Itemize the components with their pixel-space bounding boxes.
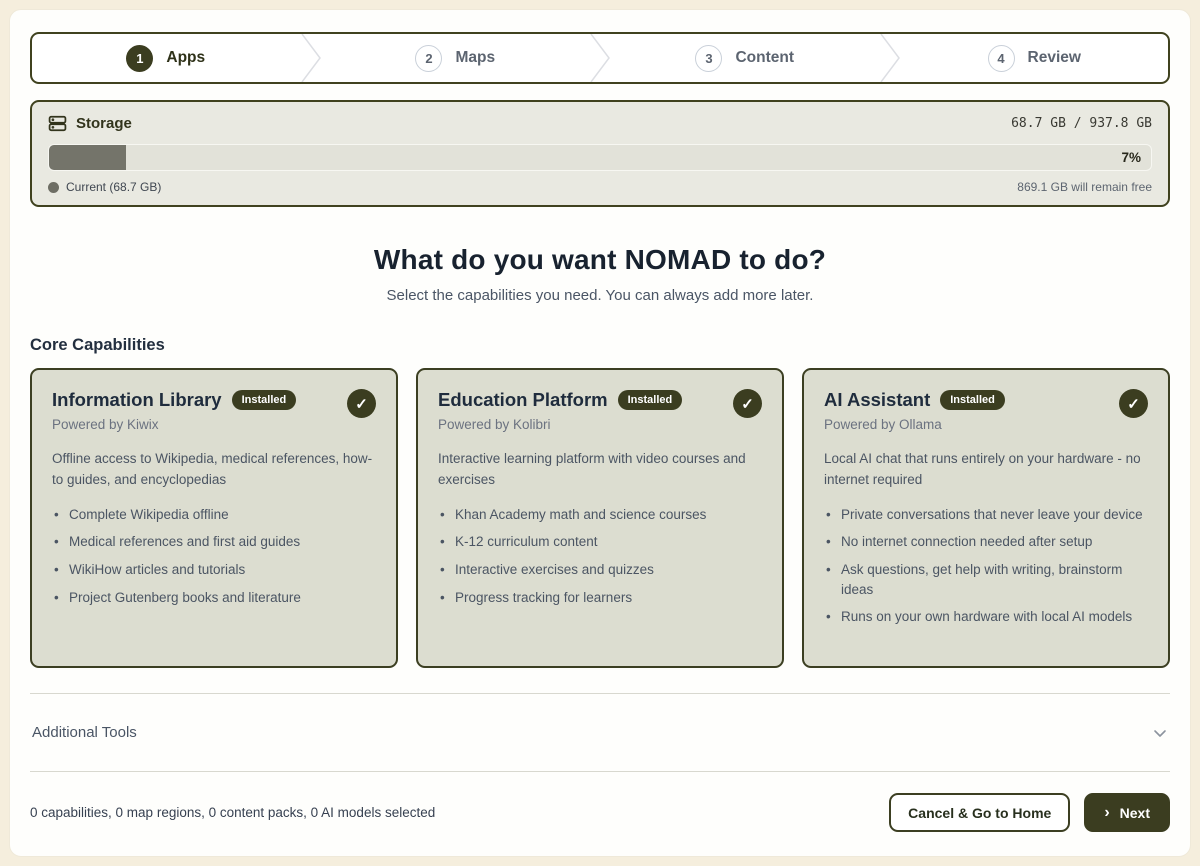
feature-item: Complete Wikipedia offline xyxy=(52,505,376,525)
check-icon[interactable]: ✓ xyxy=(733,389,762,418)
storage-percent-label: 7% xyxy=(1121,145,1141,170)
step-label: Maps xyxy=(455,49,495,67)
additional-tools-toggle[interactable]: Additional Tools xyxy=(30,694,1170,771)
card-description: Local AI chat that runs entirely on your… xyxy=(824,449,1148,491)
step-number-badge: 3 xyxy=(695,45,722,72)
storage-remaining-label: 869.1 GB will remain free xyxy=(1017,180,1152,194)
step-review[interactable]: 4 Review xyxy=(901,34,1169,82)
feature-item: Project Gutenberg books and literature xyxy=(52,588,376,608)
legend-current-dot-icon xyxy=(48,182,59,193)
legend-current-label: Current (68.7 GB) xyxy=(66,180,161,194)
feature-list: Khan Academy math and science courses K-… xyxy=(438,505,762,607)
feature-item: Ask questions, get help with writing, br… xyxy=(824,560,1148,599)
step-number-badge: 4 xyxy=(988,45,1015,72)
step-apps[interactable]: 1 Apps xyxy=(32,34,300,82)
step-label: Review xyxy=(1028,49,1081,67)
storage-drive-icon xyxy=(48,114,67,133)
chevron-right-icon: › xyxy=(1104,805,1109,821)
page-subtitle: Select the capabilities you need. You ca… xyxy=(30,287,1170,304)
feature-item: Private conversations that never leave y… xyxy=(824,505,1148,525)
step-number-badge: 2 xyxy=(415,45,442,72)
additional-tools-label: Additional Tools xyxy=(32,724,137,741)
core-capabilities-heading: Core Capabilities xyxy=(30,336,1170,355)
chevron-down-icon xyxy=(1152,725,1168,741)
installed-badge: Installed xyxy=(618,390,683,410)
card-title: Information Library xyxy=(52,389,222,411)
installed-badge: Installed xyxy=(940,390,1005,410)
check-icon[interactable]: ✓ xyxy=(1119,389,1148,418)
feature-item: Runs on your own hardware with local AI … xyxy=(824,607,1148,627)
powered-by-label: Powered by Kiwix xyxy=(52,417,296,432)
selection-summary: 0 capabilities, 0 map regions, 0 content… xyxy=(30,805,435,820)
wizard-stepper: 1 Apps 2 Maps 3 Content 4 Review xyxy=(30,32,1170,84)
feature-item: No internet connection needed after setu… xyxy=(824,532,1148,552)
feature-list: Complete Wikipedia offline Medical refer… xyxy=(52,505,376,607)
card-title: Education Platform xyxy=(438,389,608,411)
feature-item: Medical references and first aid guides xyxy=(52,532,376,552)
feature-list: Private conversations that never leave y… xyxy=(824,505,1148,627)
feature-item: Progress tracking for learners xyxy=(438,588,762,608)
card-education-platform[interactable]: Education Platform Installed Powered by … xyxy=(416,368,784,668)
card-description: Interactive learning platform with video… xyxy=(438,449,762,491)
powered-by-label: Powered by Ollama xyxy=(824,417,1005,432)
step-label: Content xyxy=(735,49,794,67)
setup-wizard-page: 1 Apps 2 Maps 3 Content 4 Review xyxy=(9,9,1191,857)
feature-item: Khan Academy math and science courses xyxy=(438,505,762,525)
feature-item: Interactive exercises and quizzes xyxy=(438,560,762,580)
storage-progress-bar: 7% xyxy=(48,144,1152,171)
next-button[interactable]: › Next xyxy=(1084,793,1170,832)
feature-item: WikiHow articles and tutorials xyxy=(52,560,376,580)
capability-cards: Information Library Installed Powered by… xyxy=(30,368,1170,668)
cancel-button[interactable]: Cancel & Go to Home xyxy=(889,793,1070,832)
powered-by-label: Powered by Kolibri xyxy=(438,417,682,432)
card-title: AI Assistant xyxy=(824,389,930,411)
step-maps[interactable]: 2 Maps xyxy=(322,34,590,82)
card-description: Offline access to Wikipedia, medical ref… xyxy=(52,449,376,491)
step-label: Apps xyxy=(166,49,205,67)
page-title: What do you want NOMAD to do? xyxy=(30,244,1170,276)
feature-item: K-12 curriculum content xyxy=(438,532,762,552)
card-ai-assistant[interactable]: AI Assistant Installed Powered by Ollama… xyxy=(802,368,1170,668)
step-separator-chevron-icon xyxy=(879,33,901,83)
step-number-badge: 1 xyxy=(126,45,153,72)
storage-title: Storage xyxy=(76,115,132,132)
step-content[interactable]: 3 Content xyxy=(611,34,879,82)
installed-badge: Installed xyxy=(232,390,297,410)
storage-usage-value: 68.7 GB / 937.8 GB xyxy=(1011,116,1152,131)
card-information-library[interactable]: Information Library Installed Powered by… xyxy=(30,368,398,668)
step-separator-chevron-icon xyxy=(589,33,611,83)
next-button-label: Next xyxy=(1120,805,1150,821)
storage-panel: Storage 68.7 GB / 937.8 GB 7% Current (6… xyxy=(30,100,1170,207)
step-separator-chevron-icon xyxy=(300,33,322,83)
storage-progress-fill xyxy=(49,145,126,170)
check-icon[interactable]: ✓ xyxy=(347,389,376,418)
